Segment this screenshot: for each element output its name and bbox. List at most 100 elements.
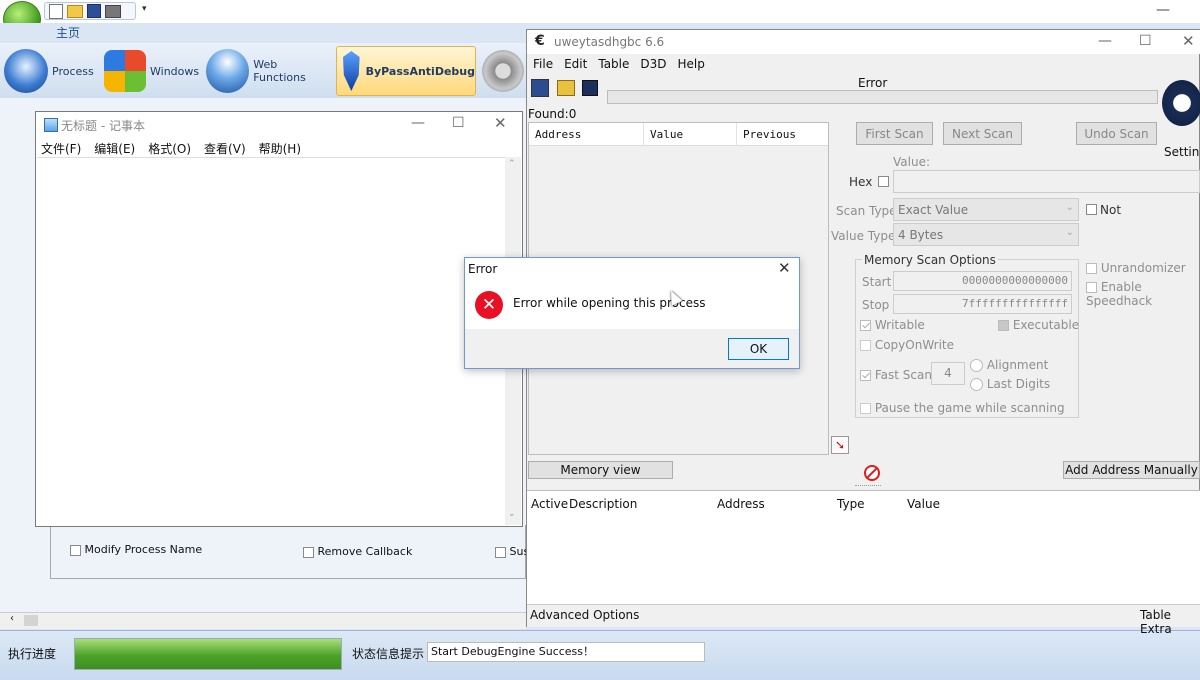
value-type-label: Value Type <box>831 229 896 243</box>
option-remove-callback[interactable]: Remove Callback <box>303 545 412 558</box>
table-extras-link[interactable]: Table Extra <box>1140 608 1200 636</box>
last-digits-radio[interactable] <box>970 378 983 391</box>
col-description[interactable]: Description <box>569 497 637 511</box>
start-address-input[interactable]: 0000000000000000 <box>893 271 1072 291</box>
notepad-maximize-icon[interactable]: ☐ <box>452 115 465 131</box>
settings-gear-icon[interactable] <box>482 50 524 92</box>
ce-menu-file[interactable]: File <box>533 57 553 71</box>
value-input[interactable] <box>893 170 1200 193</box>
not-checkbox[interactable] <box>1086 204 1097 215</box>
ok-button[interactable]: OK <box>728 338 789 360</box>
ce-menu-help[interactable]: Help <box>678 57 705 71</box>
dialog-close-icon[interactable]: ✕ <box>778 259 791 277</box>
ce-menu-table[interactable]: Table <box>598 57 629 71</box>
menu-view[interactable]: 查看(V) <box>204 140 246 157</box>
fast-scan-input[interactable]: 4 <box>931 362 965 385</box>
value-type-value: 4 Bytes <box>898 228 944 242</box>
scan-type-select[interactable]: Exact Value ⌄ <box>893 198 1079 221</box>
nav-process[interactable]: Process <box>4 47 100 95</box>
nav-windows[interactable]: Windows <box>104 47 202 95</box>
nav-bypass-antidebug[interactable]: ByPassAntiDebug <box>336 46 476 96</box>
fast-scan-checkbox[interactable] <box>860 370 871 381</box>
nav-web-functions-label: Web Functions <box>253 58 306 84</box>
hex-checkbox[interactable] <box>878 176 889 187</box>
col-address[interactable]: Address <box>529 123 644 145</box>
unrandomizer-checkbox[interactable] <box>1086 263 1097 274</box>
scroll-down-icon[interactable]: ⌄ <box>508 509 516 519</box>
menu-file[interactable]: 文件(F) <box>41 140 81 157</box>
menu-format[interactable]: 格式(O) <box>148 140 191 157</box>
print-icon[interactable] <box>105 4 121 18</box>
speedhack-option[interactable]: Enable Speedhack <box>1086 280 1200 308</box>
notepad-minimize-icon[interactable]: — <box>411 115 425 131</box>
col-table-value[interactable]: Value <box>907 497 940 511</box>
copyonwrite-option[interactable]: CopyOnWrite <box>860 338 954 352</box>
writable-option[interactable]: Writable <box>860 318 925 332</box>
next-scan-button[interactable]: Next Scan <box>943 122 1022 145</box>
scroll-thumb[interactable] <box>24 615 38 626</box>
open-folder-icon[interactable] <box>67 4 83 18</box>
option-modify-process-name[interactable]: Modify Process Name <box>70 543 202 556</box>
menu-edit[interactable]: 编辑(E) <box>94 140 135 157</box>
menu-help[interactable]: 帮助(H) <box>259 140 301 157</box>
advanced-options-link[interactable]: Advanced Options <box>530 608 639 622</box>
checkbox[interactable] <box>303 546 314 558</box>
memory-view-button[interactable]: Memory view <box>528 461 673 479</box>
windows-icon <box>104 50 146 92</box>
tab-home[interactable]: 主页 <box>48 23 88 43</box>
ce-minimize-icon[interactable]: — <box>1098 33 1112 49</box>
fast-scan-option[interactable]: Fast Scan <box>860 368 932 382</box>
ce-settings-link[interactable]: Setting <box>1164 145 1200 159</box>
pointer-arrow-icon[interactable]: ➘ <box>831 436 849 454</box>
scroll-left-icon[interactable]: ‹ <box>10 613 14 624</box>
first-scan-button[interactable]: First Scan <box>856 122 933 145</box>
qat-dropdown-icon[interactable]: ▾ <box>142 4 147 14</box>
value-type-select[interactable]: 4 Bytes ⌄ <box>893 223 1079 246</box>
select-process-icon[interactable] <box>531 79 549 97</box>
checkbox[interactable] <box>70 544 81 556</box>
checkbox[interactable] <box>495 546 506 558</box>
speedhack-checkbox[interactable] <box>1086 282 1097 293</box>
new-file-icon[interactable] <box>49 3 63 19</box>
nav-bypass-label: ByPassAntiDebug <box>365 64 475 78</box>
nav-web-functions[interactable]: Web Functions <box>206 47 332 95</box>
host-minimize-icon[interactable]: — <box>1156 2 1170 18</box>
writable-checkbox[interactable] <box>860 320 871 331</box>
pause-game-checkbox[interactable] <box>860 403 871 414</box>
copyonwrite-checkbox[interactable] <box>860 340 871 351</box>
stop-icon[interactable] <box>864 465 880 481</box>
col-type[interactable]: Type <box>837 497 865 511</box>
copyonwrite-label: CopyOnWrite <box>874 338 954 352</box>
address-table[interactable]: Active Description Address Type Value <box>527 490 1200 605</box>
col-table-address[interactable]: Address <box>717 497 765 511</box>
splitter-handle[interactable] <box>855 485 881 489</box>
stop-address-input[interactable]: 7fffffffffffffff <box>893 294 1072 314</box>
ce-menu-edit[interactable]: Edit <box>564 57 587 71</box>
col-previous[interactable]: Previous <box>737 123 796 145</box>
notepad-text-area[interactable] <box>37 157 505 526</box>
notepad-close-icon[interactable]: ✕ <box>494 114 507 132</box>
save-icon[interactable] <box>87 4 101 18</box>
undo-scan-button[interactable]: Undo Scan <box>1076 122 1157 145</box>
col-value[interactable]: Value <box>644 123 737 145</box>
scroll-up-icon[interactable]: ⌃ <box>508 159 516 169</box>
fast-scan-label: Fast Scan <box>874 368 932 382</box>
ce-maximize-icon[interactable]: ☐ <box>1139 33 1152 49</box>
ce-open-icon[interactable] <box>557 80 575 96</box>
ce-save-icon[interactable] <box>582 80 598 96</box>
col-active[interactable]: Active <box>531 497 568 511</box>
ce-logo-icon[interactable] <box>1162 80 1200 126</box>
pause-game-option[interactable]: Pause the game while scanning <box>860 401 1065 415</box>
last-digits-option[interactable]: Last Digits <box>970 377 1050 391</box>
alignment-radio[interactable] <box>970 359 983 372</box>
ce-title: uweytasdhgbc 6.6 <box>554 35 665 49</box>
unrandomizer-option[interactable]: Unrandomizer <box>1086 261 1186 275</box>
option-suspend[interactable]: Sus <box>495 545 529 558</box>
ce-close-icon[interactable]: ✕ <box>1182 32 1195 50</box>
ce-menu-d3d[interactable]: D3D <box>640 57 666 71</box>
add-address-manually-button[interactable]: Add Address Manually <box>1063 461 1200 479</box>
host-hscrollbar[interactable]: ‹ <box>0 612 526 629</box>
alignment-option[interactable]: Alignment <box>970 358 1048 372</box>
executable-option[interactable]: Executable <box>998 318 1079 332</box>
executable-checkbox[interactable] <box>998 320 1009 331</box>
